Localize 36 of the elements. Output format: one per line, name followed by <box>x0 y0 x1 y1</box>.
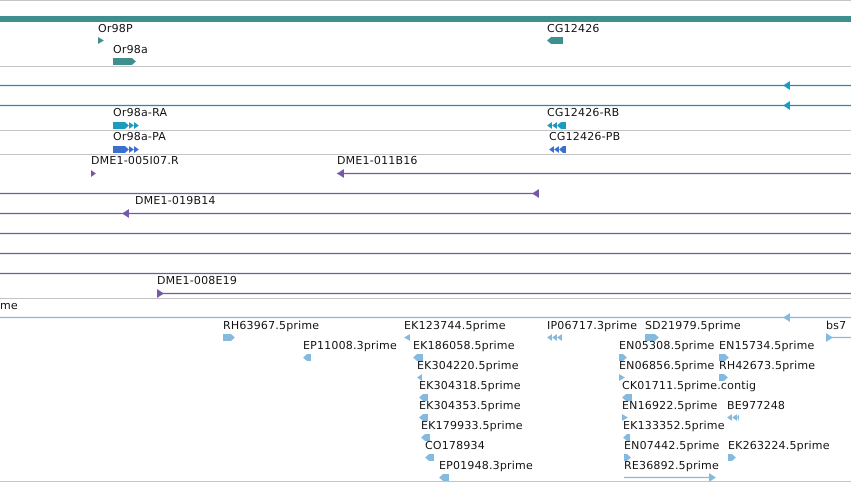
feature-label: DME1-005I07.R <box>91 154 179 167</box>
feature-label: EK263224.5prime <box>728 439 830 452</box>
feature-label: IP06717.3prime <box>547 319 638 332</box>
feature-label: DME1-008E19 <box>157 274 238 287</box>
feature-label: EK304353.5prime <box>419 399 521 412</box>
feature-label: EK304220.5prime <box>417 359 519 372</box>
feature-label: EN16922.5prime <box>622 399 718 412</box>
feature-label: DME1-019B14 <box>135 194 216 207</box>
feature-label: CK01711.5prime.contig <box>622 379 756 392</box>
feature-label: EP11008.3prime <box>303 339 397 352</box>
feature-label: Or98P <box>98 22 133 35</box>
feature-label: CG12426-PB <box>549 130 620 143</box>
feature-label: Or98a-RA <box>113 106 168 119</box>
feature-label: EN15734.5prime <box>719 339 815 352</box>
feature-label: RH63967.5prime <box>223 319 320 332</box>
feature-label: EK179933.5prime <box>421 419 523 432</box>
feature-label: CG12426 <box>547 22 600 35</box>
feature-label: EK123744.5prime <box>404 319 506 332</box>
feature-label: CG12426-RB <box>547 106 620 119</box>
feature-label: bs7 <box>826 319 846 332</box>
feature-label: me <box>0 299 18 312</box>
feature-label: Or98a <box>113 43 148 56</box>
feature-label: EP01948.3prime <box>439 459 533 472</box>
feature-label: DME1-011B16 <box>337 154 418 167</box>
feature-label: RE36892.5prime <box>624 459 719 472</box>
feature-label: Or98a-PA <box>113 130 166 143</box>
feature-label: BE977248 <box>727 399 786 412</box>
feature-label: EN05308.5prime <box>619 339 715 352</box>
feature-label: EN06856.5prime <box>619 359 715 372</box>
feature-label: RH42673.5prime <box>719 359 816 372</box>
feature-label: EK304318.5prime <box>419 379 521 392</box>
feature-label: CO178934 <box>425 439 485 452</box>
feature-label: EK186058.5prime <box>413 339 515 352</box>
feature-label: EK133352.5prime <box>623 419 725 432</box>
feature-label: SD21979.5prime <box>645 319 741 332</box>
feature-label: EN07442.5prime <box>624 439 720 452</box>
